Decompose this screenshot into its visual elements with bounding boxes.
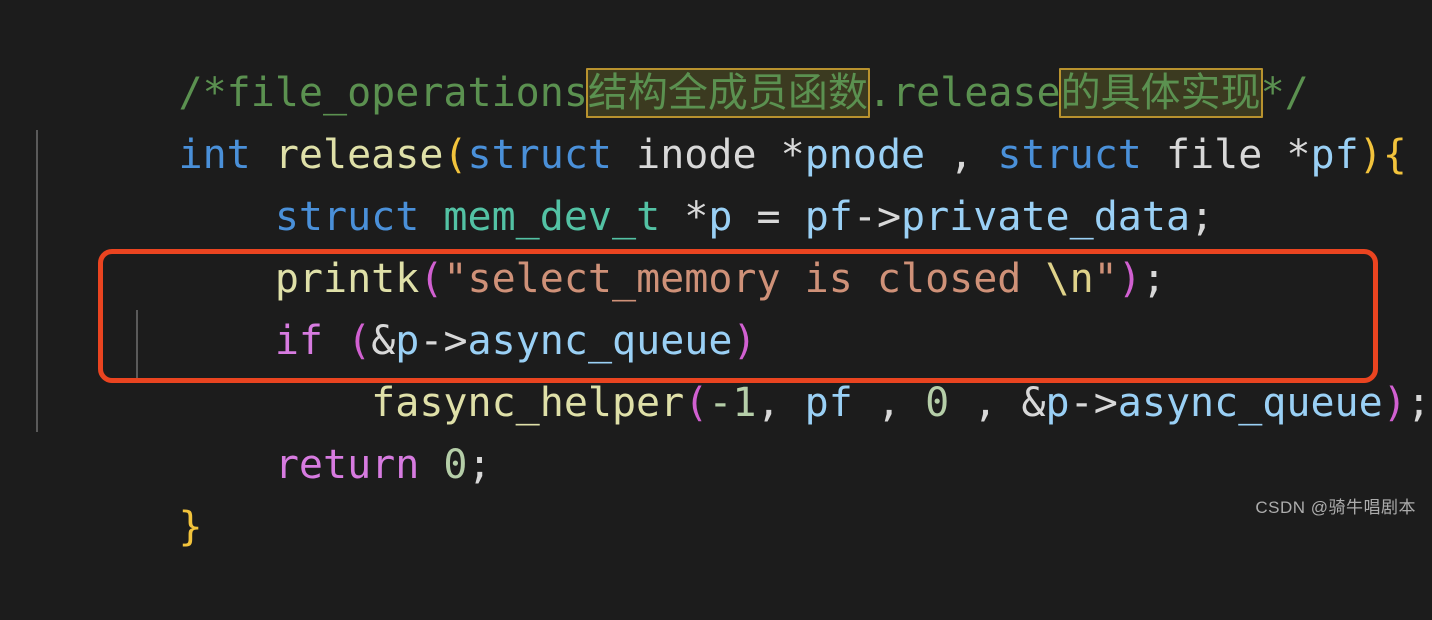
code-line-4[interactable]: printk("select_memory is closed \n"); bbox=[0, 186, 1432, 302]
code-line-1[interactable]: /*file_operations结构全成员函数.release的具体实现*/ bbox=[0, 0, 1432, 118]
code-line-5[interactable]: if (&p->async_queue) bbox=[0, 248, 1432, 364]
csdn-watermark: CSDN @骑牛唱剧本 bbox=[1255, 498, 1416, 517]
code-line-8[interactable]: } bbox=[0, 434, 1432, 550]
code-line-6[interactable]: fasync_helper(-1, pf , 0 , &p->async_que… bbox=[0, 310, 1432, 426]
brace-close: } bbox=[178, 504, 203, 550]
code-line-2[interactable]: int release(struct inode *pnode , struct… bbox=[0, 62, 1432, 178]
code-editor[interactable]: /*file_operations结构全成员函数.release的具体实现*/ … bbox=[0, 0, 1432, 550]
code-line-7[interactable]: return 0; bbox=[0, 372, 1432, 488]
code-area[interactable]: /*file_operations结构全成员函数.release的具体实现*/ … bbox=[0, 0, 1432, 550]
code-line-3[interactable]: struct mem_dev_t *p = pf->private_data; bbox=[0, 124, 1432, 240]
